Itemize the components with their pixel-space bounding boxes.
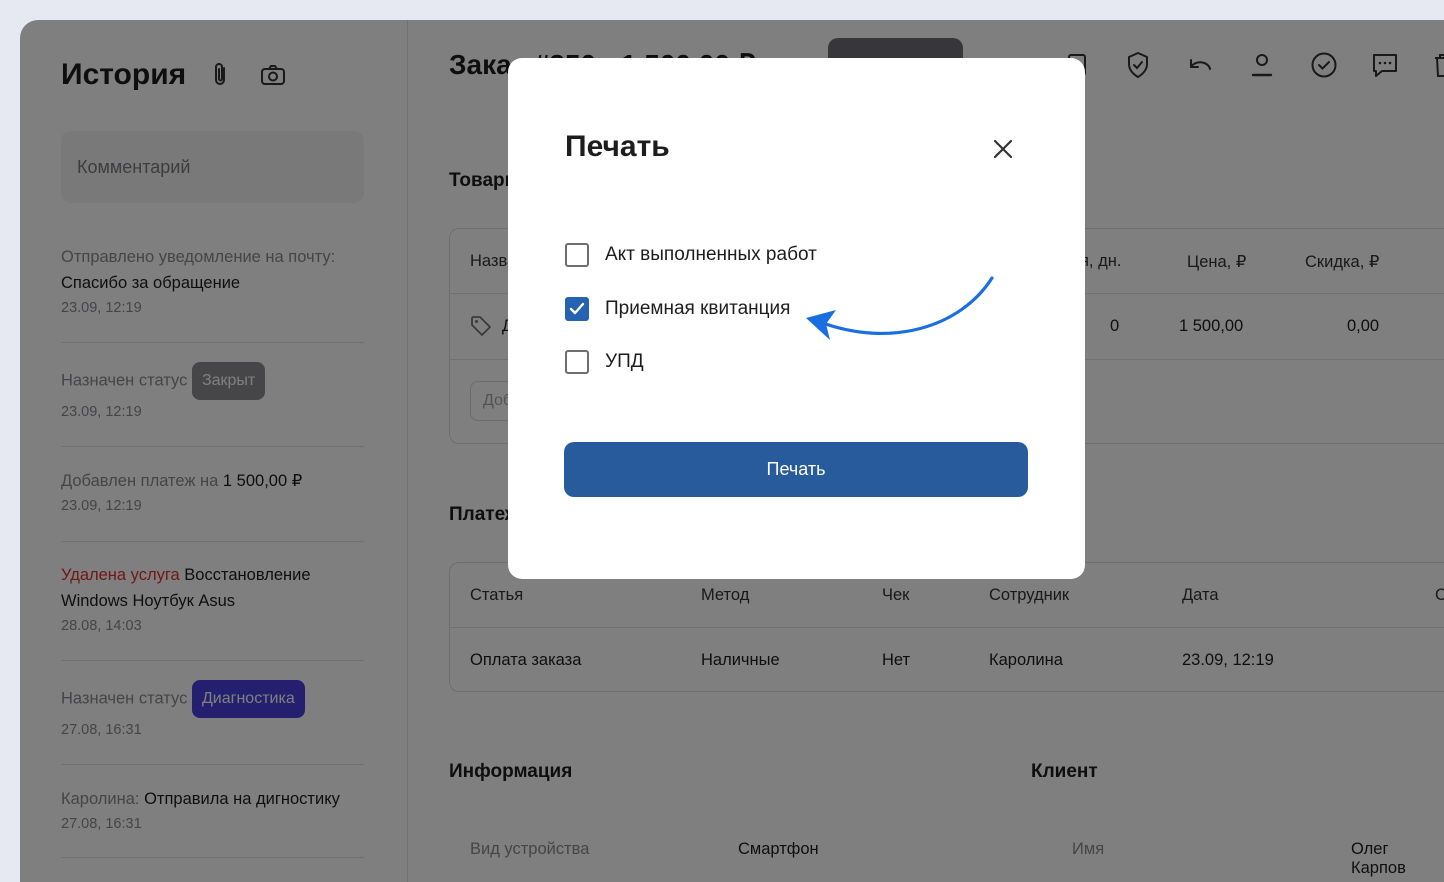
option-upd-checkbox[interactable]: УПД	[565, 350, 644, 374]
checkbox-checked[interactable]	[565, 297, 589, 321]
checkmark-icon	[569, 302, 585, 315]
option-receipt-checkbox[interactable]: Приемная квитанция	[565, 297, 790, 321]
option-act-checkbox[interactable]: Акт выполненных работ	[565, 243, 817, 267]
annotation-arrow-icon	[806, 276, 994, 340]
option-label: УПД	[605, 351, 644, 372]
print-button[interactable]: Печать	[564, 442, 1028, 497]
checkbox[interactable]	[565, 350, 589, 374]
option-label: Акт выполненных работ	[605, 244, 817, 265]
dialog-title: Печать	[565, 130, 670, 163]
option-label: Приемная квитанция	[605, 298, 791, 319]
checkbox[interactable]	[565, 243, 589, 267]
close-icon[interactable]	[988, 134, 1018, 164]
